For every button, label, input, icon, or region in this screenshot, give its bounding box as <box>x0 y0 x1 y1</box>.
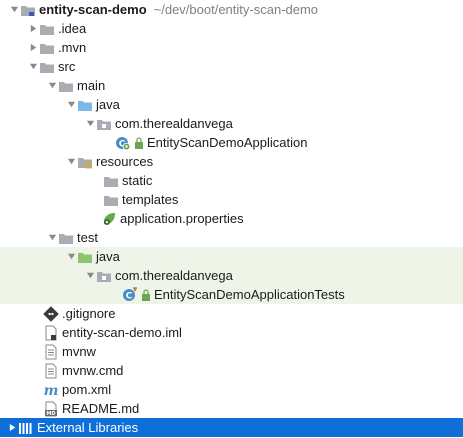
tree-label-mvnw: mvnw <box>62 344 96 359</box>
test-source-folder-icon <box>77 249 93 265</box>
expand-arrow-icon[interactable] <box>8 4 20 16</box>
svg-text:MD: MD <box>46 411 55 417</box>
spring-properties-icon <box>101 211 117 227</box>
tree-row-project-root[interactable]: entity-scan-demo ~/dev/boot/entity-scan-… <box>0 0 463 19</box>
tree-label-iml: entity-scan-demo.iml <box>62 325 182 340</box>
tree-label-main-java: java <box>96 97 120 112</box>
tree-row-resources[interactable]: resources <box>0 152 463 171</box>
folder-icon <box>39 59 55 75</box>
lock-icon <box>134 135 144 151</box>
package-icon <box>96 268 112 284</box>
tree-row-idea[interactable]: .idea <box>0 19 463 38</box>
tree-label-mvnw-cmd: mvnw.cmd <box>62 363 124 378</box>
tree-row-test-package[interactable]: com.therealdanvega <box>0 266 463 285</box>
markdown-file-icon: MD <box>43 401 59 417</box>
folder-icon <box>39 21 55 37</box>
folder-icon <box>58 230 74 246</box>
tree-row-gitignore[interactable]: .gitignore <box>0 304 463 323</box>
text-file-icon <box>43 344 59 360</box>
tree-label-static: static <box>122 173 153 188</box>
lock-icon <box>141 287 151 303</box>
folder-icon <box>58 78 74 94</box>
svg-text:m: m <box>44 383 59 398</box>
text-file-icon <box>43 363 59 379</box>
project-path: ~/dev/boot/entity-scan-demo <box>153 2 319 17</box>
tree-row-main-class[interactable]: C EntityScanDemoApplication <box>0 133 463 152</box>
resources-folder-icon <box>77 154 93 170</box>
tree-label-test-java: java <box>96 249 120 264</box>
tree-row-external-libraries[interactable]: External Libraries <box>0 418 463 437</box>
collapse-arrow-icon[interactable] <box>27 42 39 54</box>
tree-label-main-class: EntityScanDemoApplication <box>147 135 308 150</box>
svg-text:C: C <box>126 291 133 301</box>
tree-label-test: test <box>77 230 98 245</box>
tree-row-main[interactable]: main <box>0 76 463 95</box>
tree-row-templates[interactable]: templates <box>0 190 463 209</box>
project-name: entity-scan-demo <box>39 2 147 17</box>
tree-row-iml[interactable]: entity-scan-demo.iml <box>0 323 463 342</box>
tree-row-test-class[interactable]: C EntityScanDemoApplicationTests <box>0 285 463 304</box>
tree-label-pom: pom.xml <box>62 382 112 397</box>
tree-label-external-libraries: External Libraries <box>37 420 139 435</box>
source-folder-icon <box>77 97 93 113</box>
tree-label-mvn: .mvn <box>58 40 87 55</box>
tree-row-main-java[interactable]: java <box>0 95 463 114</box>
tree-label-main-package: com.therealdanvega <box>115 116 233 131</box>
tree-row-mvnw-cmd[interactable]: mvnw.cmd <box>0 361 463 380</box>
tree-label-resources: resources <box>96 154 154 169</box>
folder-icon <box>103 173 119 189</box>
expand-arrow-icon[interactable] <box>65 99 77 111</box>
tree-label-idea: .idea <box>58 21 87 36</box>
spring-boot-class-icon: C <box>115 135 131 151</box>
expand-arrow-icon[interactable] <box>65 156 77 168</box>
tree-row-pom[interactable]: m pom.xml <box>0 380 463 399</box>
module-folder-icon <box>20 2 36 18</box>
expand-arrow-icon[interactable] <box>46 80 58 92</box>
project-tree: entity-scan-demo ~/dev/boot/entity-scan-… <box>0 0 463 437</box>
module-file-icon <box>43 325 59 341</box>
libraries-icon <box>18 420 34 436</box>
tree-row-application-properties[interactable]: application.properties <box>0 209 463 228</box>
tree-row-mvnw[interactable]: mvnw <box>0 342 463 361</box>
tree-row-readme[interactable]: MD README.md <box>0 399 463 418</box>
tree-label-application-properties: application.properties <box>120 211 244 226</box>
expand-arrow-icon[interactable] <box>46 232 58 244</box>
tree-label-test-package: com.therealdanvega <box>115 268 233 283</box>
folder-icon <box>39 40 55 56</box>
tree-label-main: main <box>77 78 106 93</box>
collapse-arrow-icon[interactable] <box>6 422 18 434</box>
tree-row-static[interactable]: static <box>0 171 463 190</box>
folder-icon <box>103 192 119 208</box>
expand-arrow-icon[interactable] <box>84 118 96 130</box>
tree-row-test-java[interactable]: java <box>0 247 463 266</box>
maven-icon: m <box>43 382 59 398</box>
expand-arrow-icon[interactable] <box>27 61 39 73</box>
expand-arrow-icon[interactable] <box>84 270 96 282</box>
tree-label-gitignore: .gitignore <box>62 306 116 321</box>
git-ignore-icon <box>43 305 59 322</box>
tree-label-templates: templates <box>122 192 179 207</box>
tree-label-src: src <box>58 59 76 74</box>
tree-label-readme: README.md <box>62 401 140 416</box>
expand-arrow-icon[interactable] <box>65 251 77 263</box>
test-class-icon: C <box>122 286 138 303</box>
tree-row-main-package[interactable]: com.therealdanvega <box>0 114 463 133</box>
tree-row-src[interactable]: src <box>0 57 463 76</box>
package-icon <box>96 116 112 132</box>
tree-label-test-class: EntityScanDemoApplicationTests <box>154 287 345 302</box>
tree-row-mvn[interactable]: .mvn <box>0 38 463 57</box>
tree-row-test[interactable]: test <box>0 228 463 247</box>
collapse-arrow-icon[interactable] <box>27 23 39 35</box>
